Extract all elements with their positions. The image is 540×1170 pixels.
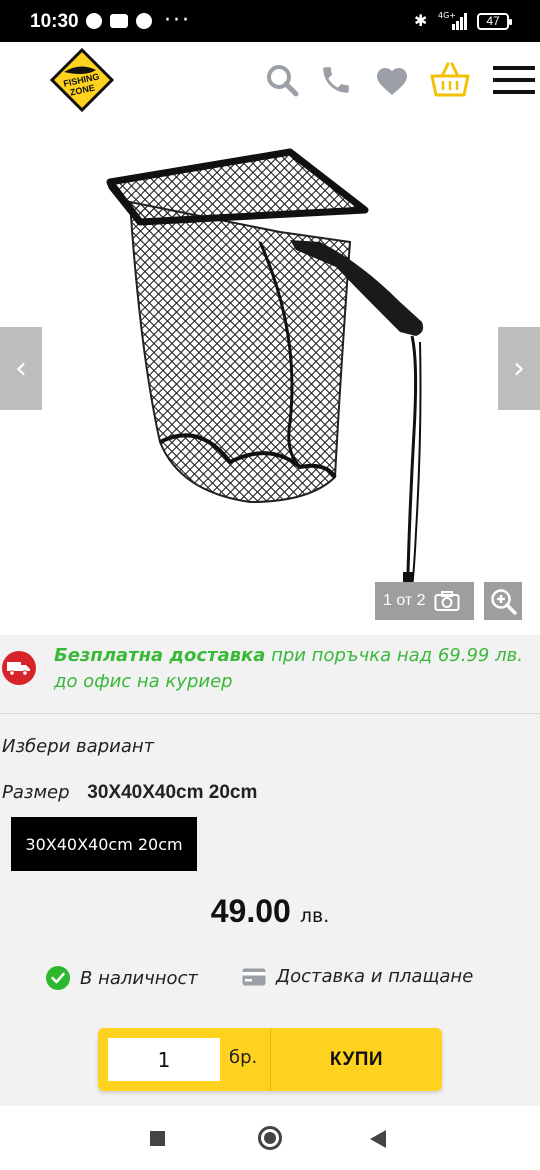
chevron-right-icon: › xyxy=(513,351,525,386)
battery-icon: 47 xyxy=(477,13,512,30)
home-icon[interactable] xyxy=(258,1126,282,1150)
menu-button[interactable] xyxy=(492,60,536,100)
quantity-unit: бр. xyxy=(229,1047,258,1068)
cart-button[interactable] xyxy=(430,60,470,100)
divider xyxy=(0,713,540,714)
recents-icon[interactable] xyxy=(150,1131,165,1146)
availability-status: В наличност xyxy=(46,966,198,990)
size-row: Размер 30X40X40cm 20cm xyxy=(2,782,257,804)
in-stock-label: В наличност xyxy=(80,967,198,989)
price-amount: 49.00 xyxy=(210,893,291,929)
check-circle-icon xyxy=(46,966,70,990)
back-icon[interactable] xyxy=(370,1130,386,1148)
gallery-next-button[interactable]: › xyxy=(498,327,540,410)
system-nav-bar xyxy=(0,1106,540,1170)
camera-icon xyxy=(434,591,460,611)
status-time: 10:30 xyxy=(30,11,79,32)
notification-icons xyxy=(86,13,152,29)
delivery-truck-icon xyxy=(2,651,36,685)
price-currency: лв. xyxy=(299,905,330,927)
youtube-icon xyxy=(110,14,128,28)
add-to-cart-box: 1 бр. КУПИ xyxy=(98,1028,442,1091)
delivery-text: Безплатна доставка при поръчка над 69.99… xyxy=(54,643,524,695)
bluetooth-icon: ✱ xyxy=(414,11,428,30)
delivery-text-bold: Безплатна доставка xyxy=(54,645,266,666)
spotify-icon xyxy=(86,13,102,29)
shipping-payment-link[interactable]: Доставка и плащане xyxy=(242,966,473,987)
chevron-left-icon: ‹ xyxy=(15,351,27,386)
shipping-payment-label: Доставка и плащане xyxy=(276,966,474,987)
fishing-zone-logo[interactable]: FISHING ZONE xyxy=(50,48,114,112)
size-option-button[interactable]: 30X40X40cm 20cm xyxy=(11,817,197,871)
site-header: FISHING ZONE xyxy=(0,42,540,120)
choose-variant-label: Избери вариант xyxy=(2,736,155,757)
size-value: 30X40X40cm 20cm xyxy=(87,782,258,803)
phone-button[interactable] xyxy=(316,60,356,100)
image-counter-label: 1 от 2 xyxy=(383,592,426,609)
menu-icon xyxy=(493,66,535,94)
wishlist-button[interactable] xyxy=(372,60,412,100)
gallery-prev-button[interactable]: ‹ xyxy=(0,327,42,410)
product-price: 49.00 лв. xyxy=(0,893,540,930)
status-bar: 10:30 ··· ✱ 4G+ 47 xyxy=(0,0,540,42)
quantity-input[interactable]: 1 xyxy=(108,1038,220,1081)
zoom-button[interactable] xyxy=(484,582,522,620)
phone-icon xyxy=(323,67,349,93)
buy-button[interactable]: КУПИ xyxy=(271,1028,442,1091)
free-delivery-banner: Безплатна доставка при поръчка над 69.99… xyxy=(0,635,540,713)
more-notifications-icon: ··· xyxy=(164,8,191,33)
search-button[interactable] xyxy=(262,60,302,100)
signal-icon xyxy=(452,13,467,30)
basket-icon xyxy=(430,62,470,97)
search-icon xyxy=(267,65,299,97)
app-notification-icon xyxy=(136,13,152,29)
zoom-in-icon xyxy=(491,589,517,615)
product-image-landing-net[interactable] xyxy=(100,132,440,612)
image-counter[interactable]: 1 от 2 xyxy=(375,582,474,620)
product-gallery: ‹ › 1 от 2 xyxy=(0,120,540,635)
heart-icon xyxy=(377,68,407,95)
credit-card-icon xyxy=(242,968,266,985)
size-label: Размер xyxy=(2,782,70,803)
